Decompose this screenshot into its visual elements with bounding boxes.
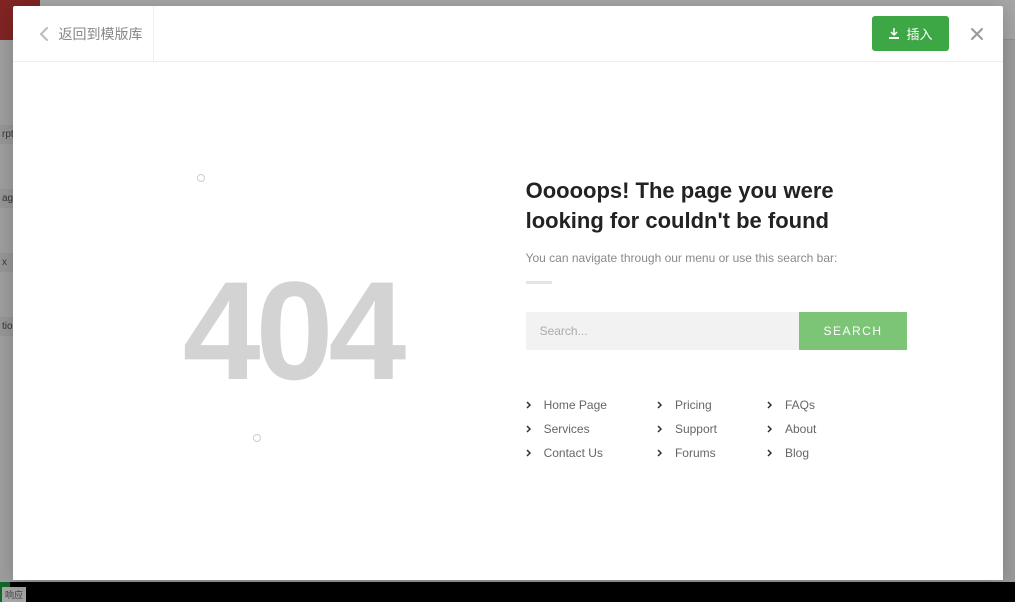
error-code: 404 (183, 250, 402, 412)
download-icon (888, 28, 900, 40)
close-icon (969, 26, 985, 42)
search-button[interactable]: SEARCH (799, 312, 906, 350)
nav-link-label: Forums (675, 446, 716, 460)
search-input[interactable] (526, 312, 800, 350)
link-col-2: Pricing Support Forums (657, 398, 717, 460)
back-button[interactable]: 返回到模版库 (29, 6, 154, 62)
nav-link[interactable]: Contact Us (526, 446, 607, 460)
chevron-right-icon (657, 401, 663, 409)
close-button[interactable] (967, 24, 987, 44)
chevron-right-icon (526, 449, 532, 457)
insert-button[interactable]: 插入 (872, 16, 948, 51)
chevron-right-icon (767, 401, 773, 409)
modal-header: 返回到模版库 插入 (13, 6, 1003, 62)
nav-link-label: Blog (785, 446, 809, 460)
nav-link[interactable]: Forums (657, 446, 717, 460)
nav-link-label: Contact Us (544, 446, 603, 460)
chevron-left-icon (39, 27, 49, 41)
insert-label: 插入 (906, 24, 932, 43)
nav-link[interactable]: About (767, 422, 816, 436)
template-modal: 返回到模版库 插入 404 Ooooops! The page you were… (13, 6, 1003, 580)
chevron-right-icon (657, 425, 663, 433)
divider (526, 281, 552, 284)
error-subtitle: You can navigate through our menu or use… (526, 251, 907, 265)
nav-link-label: About (785, 422, 816, 436)
back-label: 返回到模版库 (59, 24, 143, 44)
nav-link-label: Services (544, 422, 590, 436)
nav-link[interactable]: Blog (767, 446, 816, 460)
nav-link[interactable]: Support (657, 422, 717, 436)
nav-link[interactable]: Pricing (657, 398, 717, 412)
chevron-right-icon (767, 449, 773, 457)
chevron-right-icon (657, 449, 663, 457)
nav-link-label: Home Page (544, 398, 607, 412)
decoration-circle-icon (253, 434, 261, 442)
nav-link-label: FAQs (785, 398, 815, 412)
template-preview: 404 Ooooops! The page you were looking f… (49, 88, 967, 554)
preview-right: Ooooops! The page you were looking for c… (526, 148, 907, 514)
nav-link[interactable]: Services (526, 422, 607, 436)
preview-left: 404 (109, 148, 476, 514)
modal-overlay: 返回到模版库 插入 404 Ooooops! The page you were… (0, 0, 1015, 602)
decoration-circle-icon (197, 174, 205, 182)
link-col-1: Home Page Services Contact Us (526, 398, 607, 460)
link-col-3: FAQs About Blog (767, 398, 816, 460)
nav-link[interactable]: Home Page (526, 398, 607, 412)
chevron-right-icon (526, 425, 532, 433)
chevron-right-icon (767, 425, 773, 433)
search-row: SEARCH (526, 312, 907, 350)
nav-link-label: Pricing (675, 398, 712, 412)
modal-body: 404 Ooooops! The page you were looking f… (13, 62, 1003, 580)
error-title: Ooooops! The page you were looking for c… (526, 176, 907, 235)
nav-link[interactable]: FAQs (767, 398, 816, 412)
nav-link-label: Support (675, 422, 717, 436)
chevron-right-icon (526, 401, 532, 409)
link-columns: Home Page Services Contact Us Pricing Su… (526, 398, 907, 460)
